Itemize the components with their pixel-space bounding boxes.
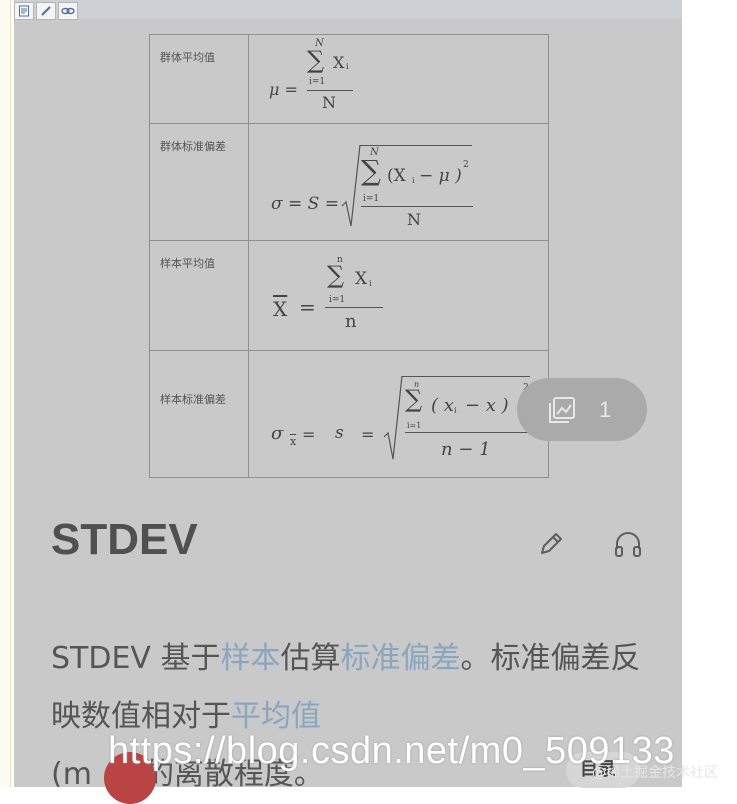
row-label: 群体标准偏差 (149, 123, 249, 241)
formula-sample-mean: X = n ∑ X i i=1 n (248, 240, 549, 351)
fraction-bar (325, 307, 383, 308)
formula-population-stdev: σ = S = N ∑ (X i − μ ) 2 i=1 N (248, 123, 549, 241)
headphones-icon[interactable] (612, 529, 644, 559)
mini-toolbar (14, 2, 78, 20)
image-counter-pill[interactable]: 1 (517, 378, 647, 441)
note-icon[interactable] (14, 2, 34, 20)
edit-pencil-icon[interactable] (536, 529, 566, 559)
table-row: 群体平均值 μ = N ∑ X i i=1 N (149, 34, 549, 124)
section-title: STDEV (51, 515, 198, 564)
radical-sign (341, 144, 361, 227)
row-label: 样本标准偏差 (149, 350, 249, 478)
left-margin (0, 0, 11, 787)
fraction-bar (405, 432, 531, 433)
radical-bar (402, 376, 530, 377)
table-row: 样本平均值 X = n ∑ X i i=1 n (149, 240, 549, 351)
row-label: 样本平均值 (149, 240, 249, 351)
table-row: 群体标准偏差 σ = S = N ∑ (X i − μ ) 2 i=1 N (149, 123, 549, 241)
formula-sample-stdev: σ x = s = n ∑ ( x i − x ) 2 i=1 n − 1 (248, 350, 549, 478)
link-mean[interactable]: 平均值 (231, 699, 321, 734)
pencil-icon[interactable] (36, 2, 56, 20)
source-watermark: @稀土掘金技术社区 (592, 765, 718, 781)
formula-population-mean: μ = N ∑ X i i=1 N (248, 34, 549, 124)
formula-table: 群体平均值 μ = N ∑ X i i=1 N 群体标准偏差 σ = S = N… (149, 34, 549, 478)
radical-bar (360, 145, 472, 146)
link-sample[interactable]: 样本 (220, 641, 280, 676)
panel-top-bar (14, 0, 682, 18)
gallery-icon (549, 396, 575, 423)
link-standard-deviation[interactable]: 标准偏差 (340, 641, 460, 676)
url-watermark: https://blog.csdn.net/m0_509133 (108, 730, 675, 772)
image-count: 1 (599, 396, 612, 422)
row-label: 群体平均值 (149, 34, 249, 124)
fraction-bar (361, 206, 473, 207)
table-row: 样本标准偏差 σ x = s = n ∑ ( x i − x ) 2 i=1 n… (149, 350, 549, 478)
radical-sign (383, 375, 403, 460)
right-blank-area (682, 0, 737, 787)
fraction-bar (307, 90, 353, 91)
link-icon[interactable] (58, 2, 78, 20)
